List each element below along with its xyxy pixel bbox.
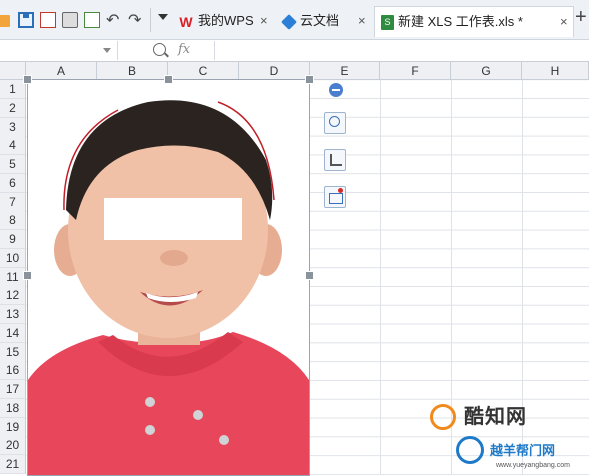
crop-icon[interactable] [324,149,346,171]
picture-selection-frame [27,79,310,476]
formula-bar: fx [0,40,589,62]
row-header[interactable]: 13 [0,305,26,324]
resize-handle[interactable] [305,271,314,280]
watermark-logo-icon [430,404,456,430]
tab-label: 我的WPS [198,13,254,28]
title-toolbar: ↶ ↷ W 我的WPS × 云文档 × S 新建 XLS 工作表.xls * × + [0,0,589,40]
column-header[interactable]: H [522,62,589,80]
row-header[interactable]: 8 [0,211,26,230]
watermark-title: 酷知网 [464,404,527,428]
row-header[interactable]: 6 [0,174,26,193]
row-header[interactable]: 18 [0,399,26,418]
row-header[interactable]: 21 [0,455,26,474]
close-tab-icon[interactable]: × [260,6,268,36]
resize-handle[interactable] [23,75,32,84]
close-tab-icon[interactable]: × [560,7,568,37]
row-header[interactable]: 5 [0,155,26,174]
row-header[interactable]: 14 [0,324,26,343]
watermark-url: www.yueyangbang.com [496,462,570,469]
row-header[interactable]: 4 [0,136,26,155]
column-header[interactable]: A [26,62,97,80]
close-tab-icon[interactable]: × [358,6,366,36]
tab-my-wps[interactable]: W 我的WPS × [178,6,278,36]
toolbar-divider [150,8,151,32]
row-header[interactable]: 2 [0,99,26,118]
row-header[interactable]: 15 [0,343,26,362]
row-header[interactable]: 16 [0,361,26,380]
row-header[interactable]: 7 [0,193,26,212]
column-header[interactable]: D [239,62,310,80]
column-header[interactable]: B [97,62,168,80]
chevron-down-icon[interactable] [103,48,111,53]
row-header[interactable]: 3 [0,118,26,137]
tab-label: 云文档 [300,13,340,28]
resize-handle[interactable] [23,271,32,280]
row-header[interactable]: 20 [0,436,26,455]
zoom-in-icon[interactable] [324,112,346,134]
column-header[interactable]: G [451,62,522,80]
row-header[interactable]: 19 [0,418,26,437]
name-box[interactable] [0,41,118,60]
export-pdf-icon[interactable] [40,12,56,28]
undo-icon[interactable]: ↶ [106,10,119,30]
save-icon[interactable] [18,12,34,28]
find-icon[interactable] [153,43,166,56]
function-icon[interactable]: fx [178,42,190,57]
picture-frame-icon[interactable] [324,186,346,208]
tab-cloud-docs[interactable]: 云文档 × [281,6,374,36]
xls-file-icon: S [381,15,394,31]
row-header[interactable]: 17 [0,380,26,399]
wps-logo-icon: W [179,13,193,30]
column-header[interactable]: C [168,62,239,80]
formula-input[interactable] [214,41,589,60]
column-header[interactable]: F [380,62,451,80]
tab-workbook[interactable]: S 新建 XLS 工作表.xls * × [374,6,574,37]
print-preview-icon[interactable] [84,12,100,28]
redo-icon[interactable]: ↷ [128,10,141,30]
row-header[interactable]: 9 [0,230,26,249]
column-header[interactable]: E [310,62,380,80]
print-icon[interactable] [62,12,78,28]
row-header[interactable]: 10 [0,249,26,268]
tab-label: 新建 XLS 工作表.xls * [398,14,523,29]
watermark-logo-icon [456,436,484,464]
more-dropdown-icon[interactable] [158,14,168,20]
collapse-icon[interactable] [329,83,343,97]
resize-handle[interactable] [164,75,173,84]
new-tab-button[interactable]: + [575,6,587,29]
resize-handle[interactable] [305,75,314,84]
site-watermark: 酷知网 越羊帮门网 www.yueyangbang.com [430,400,589,475]
row-header[interactable]: 12 [0,286,26,305]
cloud-docs-icon [281,13,297,30]
folder-open-icon[interactable] [0,15,10,27]
watermark-subtitle: 越羊帮门网 [490,443,556,458]
